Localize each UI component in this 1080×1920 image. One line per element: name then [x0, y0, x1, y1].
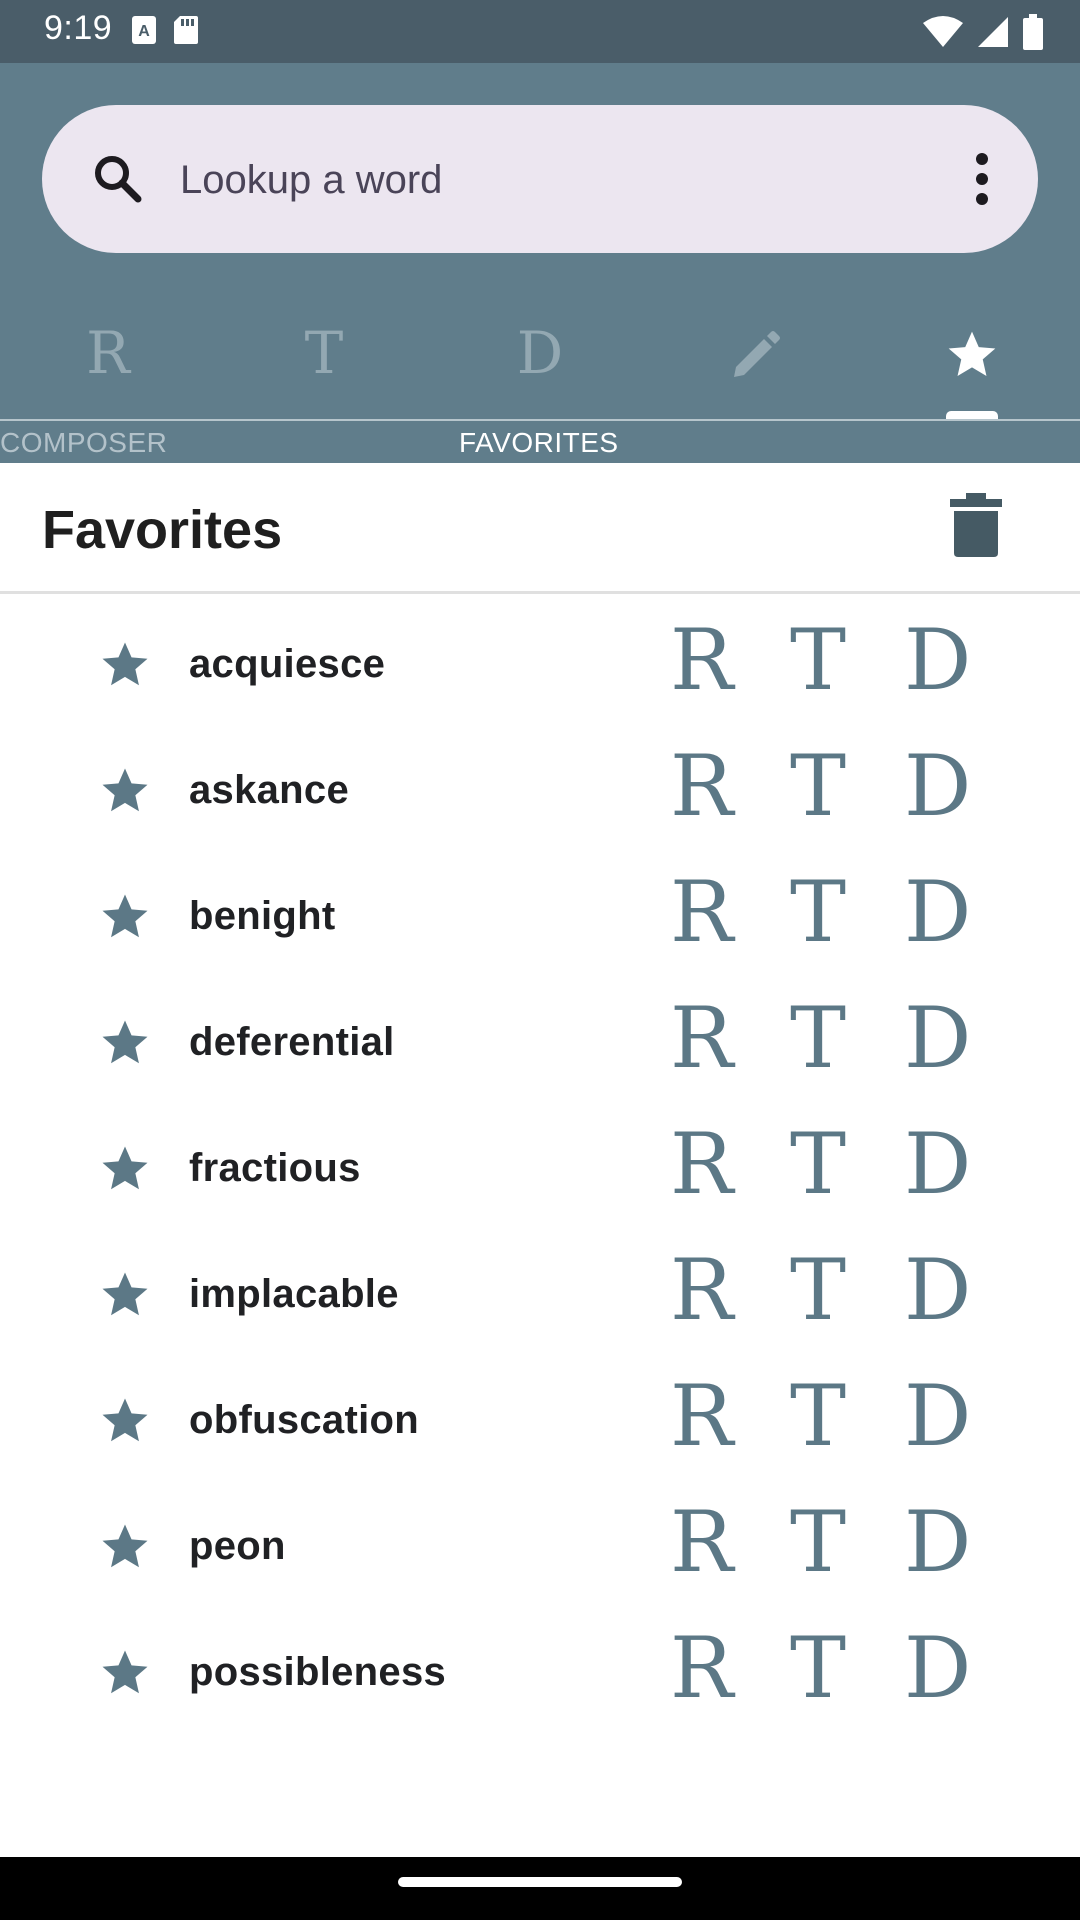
star-icon[interactable] [98, 890, 152, 944]
favorite-word[interactable]: benight [189, 894, 336, 939]
pencil-icon [728, 319, 784, 397]
thesaurus-button[interactable]: T [790, 1122, 846, 1206]
favorite-word[interactable]: deferential [189, 1020, 395, 1065]
definition-button[interactable]: D [904, 1626, 971, 1710]
tab-labels: COMPOSER FAVORITES [0, 421, 1080, 463]
definition-button[interactable]: D [904, 1500, 971, 1584]
rhymes-button[interactable]: R [670, 1374, 733, 1458]
battery-icon [1022, 14, 1044, 55]
star-icon[interactable] [98, 1142, 152, 1196]
svg-text:A: A [138, 23, 150, 40]
definition-button[interactable]: D [904, 744, 971, 828]
rhymes-button[interactable]: R [670, 870, 733, 954]
star-icon[interactable] [98, 764, 152, 818]
thesaurus-button[interactable]: T [790, 618, 846, 702]
list-item[interactable]: benight R T D [0, 856, 1080, 982]
delete-icon[interactable] [948, 491, 1004, 559]
search-bar[interactable] [42, 105, 1038, 253]
thesaurus-button[interactable]: T [790, 1626, 846, 1710]
definition-button[interactable]: D [904, 1248, 971, 1332]
font-download-icon: A [130, 14, 158, 51]
rhymes-button[interactable]: R [670, 1626, 733, 1710]
status-left-icons: A [130, 14, 200, 51]
thesaurus-button[interactable]: T [790, 1374, 846, 1458]
list-item[interactable]: possibleness R T D [0, 1612, 1080, 1738]
list-item[interactable]: acquiesce R T D [0, 604, 1080, 730]
thesaurus-button[interactable]: T [790, 744, 846, 828]
status-right-icons [922, 14, 1044, 55]
tab-composer[interactable] [648, 319, 864, 419]
favorites-list: acquiesce R T Daskance R T Dbenight R T Ddeferent… [0, 604, 1080, 1738]
search-input[interactable] [178, 149, 882, 211]
rhymes-button[interactable]: R [670, 1122, 733, 1206]
star-icon[interactable] [98, 1520, 152, 1574]
rhymes-button[interactable]: R [670, 1500, 733, 1584]
tab-label-composer[interactable]: COMPOSER [0, 427, 167, 459]
tab-thesaurus-glyph: T [304, 319, 344, 387]
page-title: Favorites [42, 500, 283, 560]
tab-dictionary-glyph: D [516, 319, 564, 387]
sd-card-icon [172, 14, 200, 51]
list-item[interactable]: fractious R T D [0, 1108, 1080, 1234]
tab-bar: R T D [0, 319, 1080, 419]
favorite-word[interactable]: fractious [189, 1146, 361, 1191]
tab-thesaurus[interactable]: T [216, 319, 432, 419]
star-icon[interactable] [98, 1394, 152, 1448]
status-bar: 9:19 A [0, 0, 1080, 63]
favorite-word[interactable]: implacable [189, 1272, 399, 1317]
rhymes-button[interactable]: R [670, 1248, 733, 1332]
navigation-bar [0, 1857, 1080, 1920]
favorites-header: Favorites [0, 463, 1080, 594]
search-icon[interactable] [90, 151, 146, 207]
star-icon[interactable] [98, 638, 152, 692]
home-handle[interactable] [398, 1877, 682, 1887]
rhymes-button[interactable]: R [670, 618, 733, 702]
star-icon [944, 319, 1000, 397]
app-bar: R T D COMPOSER FAVORITES [0, 63, 1080, 463]
signal-icon [976, 15, 1010, 54]
thesaurus-button[interactable]: T [790, 1248, 846, 1332]
favorite-word[interactable]: possibleness [189, 1650, 446, 1695]
definition-button[interactable]: D [904, 870, 971, 954]
more-options-icon[interactable] [970, 149, 994, 209]
definition-button[interactable]: D [904, 1374, 971, 1458]
wifi-icon [922, 15, 964, 54]
rhymes-button[interactable]: R [670, 996, 733, 1080]
thesaurus-button[interactable]: T [790, 870, 846, 954]
list-item[interactable]: peon R T D [0, 1486, 1080, 1612]
status-time: 9:19 [44, 9, 113, 47]
list-item[interactable]: obfuscation R T D [0, 1360, 1080, 1486]
favorite-word[interactable]: acquiesce [189, 642, 385, 687]
definition-button[interactable]: D [904, 996, 971, 1080]
tab-rhymer-glyph: R [86, 319, 130, 387]
definition-button[interactable]: D [904, 618, 971, 702]
star-icon[interactable] [98, 1268, 152, 1322]
favorite-word[interactable]: askance [189, 768, 349, 813]
tab-rhymer[interactable]: R [0, 319, 216, 419]
list-item[interactable]: implacable R T D [0, 1234, 1080, 1360]
list-item[interactable]: deferential R T D [0, 982, 1080, 1108]
tab-favorites[interactable] [864, 319, 1080, 419]
rhymes-button[interactable]: R [670, 744, 733, 828]
list-item[interactable]: askance R T D [0, 730, 1080, 856]
tab-label-favorites[interactable]: FAVORITES [459, 427, 619, 459]
favorite-word[interactable]: peon [189, 1524, 286, 1569]
favorite-word[interactable]: obfuscation [189, 1398, 419, 1443]
thesaurus-button[interactable]: T [790, 1500, 846, 1584]
tab-dictionary[interactable]: D [432, 319, 648, 419]
definition-button[interactable]: D [904, 1122, 971, 1206]
thesaurus-button[interactable]: T [790, 996, 846, 1080]
star-icon[interactable] [98, 1646, 152, 1700]
star-icon[interactable] [98, 1016, 152, 1070]
